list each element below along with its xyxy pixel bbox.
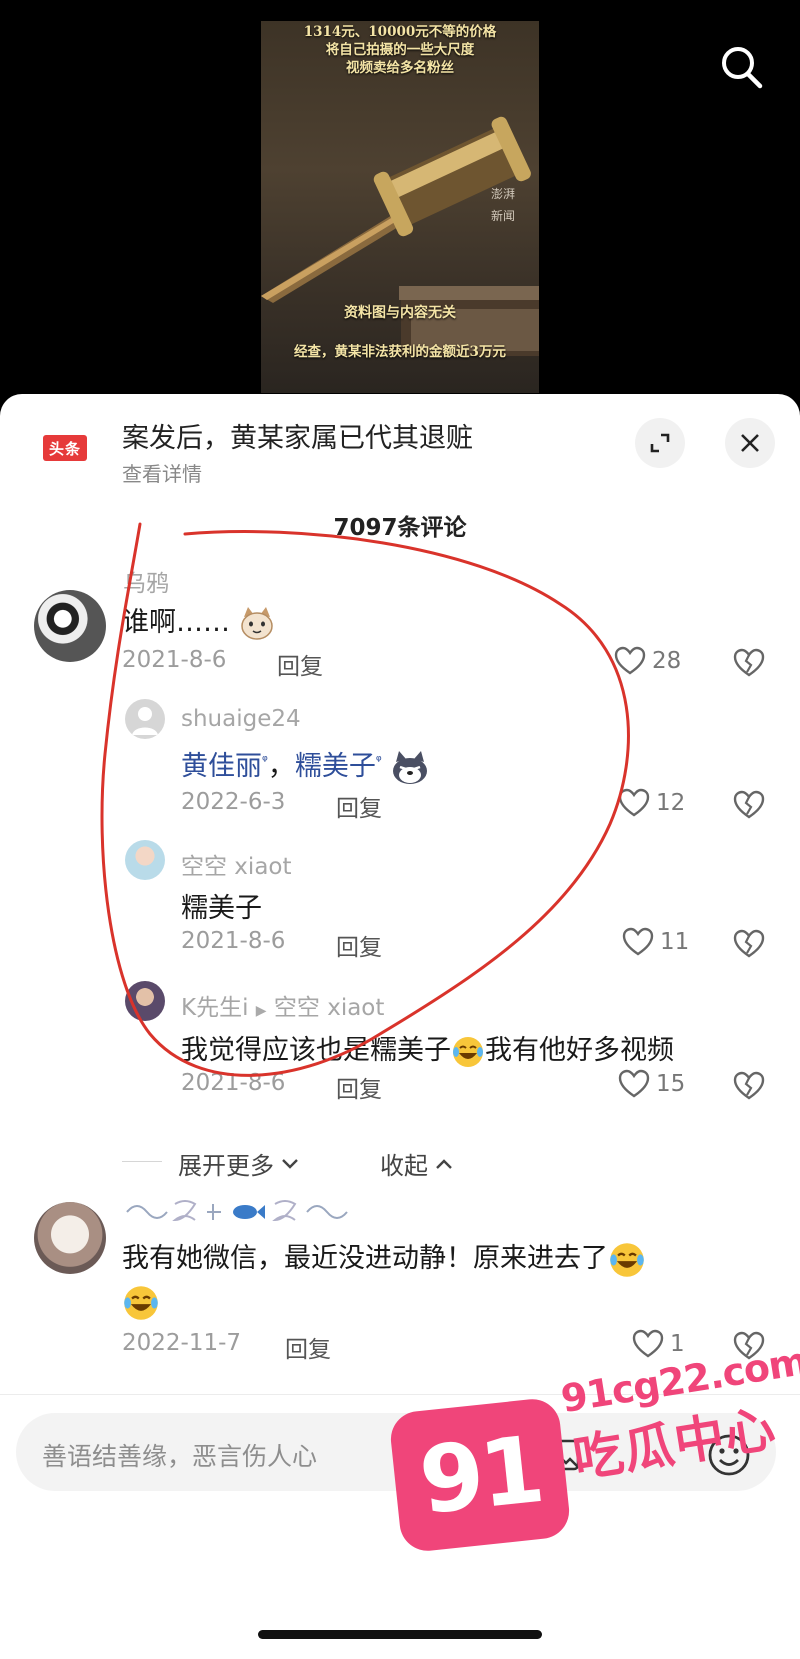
comment-text: 黄佳丽ᵠ，糯美子ᵠ [181, 744, 430, 786]
view-details-link[interactable]: 查看详情 [122, 458, 202, 487]
dislike-button[interactable] [733, 1071, 765, 1105]
video-thumbnail[interactable]: 1314元、10000元不等的价格 将自己拍摄的一些大尺度 视频卖给多名粉丝 澎… [261, 21, 539, 393]
comment-count: 7097条评论 [333, 515, 467, 541]
reply-to-name[interactable]: 空空 xiaot [274, 995, 385, 1021]
laughing-tears-emoji-icon [124, 1286, 158, 1320]
comment-text-continued [122, 1284, 160, 1322]
thumbnail-caption-bottom: 经查，黄某非法获利的金额近3万元 [294, 344, 506, 360]
comment-text-body: 谁啊…… [122, 607, 230, 638]
comment-author[interactable]: 乌鸦 [123, 564, 169, 598]
comment-date: 2022-6-3 [181, 789, 286, 815]
heart-icon [618, 1069, 650, 1098]
reply-button[interactable]: 回复 [277, 647, 323, 681]
like-button[interactable]: 15 [618, 1069, 685, 1099]
decorative-username-image [126, 1200, 348, 1222]
comment-author: K先生i ▶ 空空 xiaot [181, 988, 384, 1022]
comment-date: 2021-8-6 [181, 1070, 286, 1096]
broken-heart-icon [733, 1071, 765, 1100]
comment-author[interactable]: shuaige24 [181, 706, 301, 732]
expand-more-button[interactable]: 展开更多 [178, 1146, 300, 1181]
avatar[interactable] [125, 981, 165, 1021]
broken-heart-icon [733, 648, 765, 677]
chevron-up-icon [436, 1158, 452, 1169]
heart-icon [618, 788, 650, 817]
heart-icon [614, 646, 646, 675]
avatar[interactable] [34, 590, 106, 662]
dislike-button[interactable] [733, 929, 765, 963]
husky-emoji-icon [393, 750, 428, 784]
article-headline[interactable]: 案发后，黄某家属已代其退赃 [122, 416, 473, 455]
reply-button[interactable]: 回复 [336, 928, 382, 962]
search-tag-link[interactable]: 糯美子ᵠ [295, 751, 382, 782]
video-area[interactable]: 1314元、10000元不等的价格 将自己拍摄的一些大尺度 视频卖给多名粉丝 澎… [0, 0, 800, 400]
comment-text: 我有她微信，最近没进动静！原来进去了 [122, 1236, 646, 1279]
avatar[interactable] [34, 1202, 106, 1274]
heart-icon [632, 1329, 664, 1358]
comment-date: 2021-8-6 [181, 928, 286, 954]
like-button[interactable]: 1 [632, 1329, 685, 1359]
home-indicator[interactable] [258, 1630, 542, 1639]
reply-author-name[interactable]: K先生i [181, 995, 248, 1021]
chevron-down-icon [282, 1158, 298, 1169]
expand-button[interactable] [635, 418, 685, 468]
like-button[interactable]: 11 [622, 927, 689, 957]
like-button[interactable]: 12 [618, 788, 685, 818]
watermark-logo-91: 91 [388, 1396, 572, 1554]
comment-author[interactable] [123, 1194, 363, 1234]
comment-date: 2021-8-6 [122, 647, 227, 673]
like-count: 28 [652, 648, 682, 674]
reply-arrow-icon: ▶ [255, 1003, 267, 1019]
comment-date: 2022-11-7 [122, 1330, 242, 1356]
avatar[interactable] [125, 699, 165, 739]
like-count: 11 [660, 929, 690, 955]
like-count: 1 [670, 1331, 685, 1357]
input-placeholder: 善语结善缘，恶言伤人心 [42, 1442, 318, 1471]
comment-text-part: 我有他好多视频 [485, 1035, 674, 1066]
avatar[interactable] [125, 840, 165, 880]
cat-emoji-icon [240, 606, 273, 640]
reply-button[interactable]: 回复 [336, 1070, 382, 1104]
comment-author[interactable]: 空空 xiaot [181, 847, 292, 881]
comment-text-body: 我有她微信，最近没进动静！原来进去了 [122, 1243, 608, 1274]
comment-text-part: 我觉得应该也是糯美子 [181, 1035, 451, 1066]
thumbnail-caption-mid: 资料图与内容无关 [344, 305, 456, 321]
thumbnail-caption-top: 1314元、10000元不等的价格 将自己拍摄的一些大尺度 视频卖给多名粉丝 [303, 24, 497, 76]
expand-icon [650, 433, 670, 453]
thumbnail-watermark: 澎湃 新闻 [491, 187, 516, 223]
reply-button[interactable]: 回复 [336, 789, 382, 823]
search-icon[interactable] [718, 44, 768, 90]
collapse-button[interactable]: 收起 [380, 1146, 454, 1181]
broken-heart-icon [733, 929, 765, 958]
laughing-tears-emoji-icon [610, 1242, 644, 1277]
reply-button[interactable]: 回复 [285, 1330, 331, 1364]
heart-icon [622, 927, 654, 956]
tag-text: 糯美子 [294, 751, 376, 782]
like-count: 15 [656, 1071, 686, 1097]
expand-more-label: 展开更多 [178, 1152, 274, 1180]
tag-separator: ， [267, 751, 295, 782]
collapse-label: 收起 [380, 1152, 428, 1180]
comment-text: 谁啊…… [122, 600, 275, 641]
comment-text: 我觉得应该也是糯美子 我有他好多视频 [181, 1028, 674, 1069]
dislike-button[interactable] [733, 790, 765, 824]
thread-divider [122, 1161, 162, 1162]
toutiao-logo: 头条 [43, 435, 87, 461]
search-tag-link[interactable]: 黄佳丽ᵠ [181, 751, 268, 782]
like-count: 12 [656, 790, 686, 816]
default-avatar-icon [132, 707, 158, 735]
like-button[interactable]: 28 [614, 646, 681, 676]
close-icon [741, 434, 759, 452]
tag-text: 黄佳丽 [181, 751, 262, 782]
broken-heart-icon [733, 790, 765, 819]
dislike-button[interactable] [733, 648, 765, 682]
close-button[interactable] [725, 418, 775, 468]
laughing-tears-emoji-icon [453, 1036, 483, 1067]
comment-text: 糯美子 [181, 893, 262, 924]
